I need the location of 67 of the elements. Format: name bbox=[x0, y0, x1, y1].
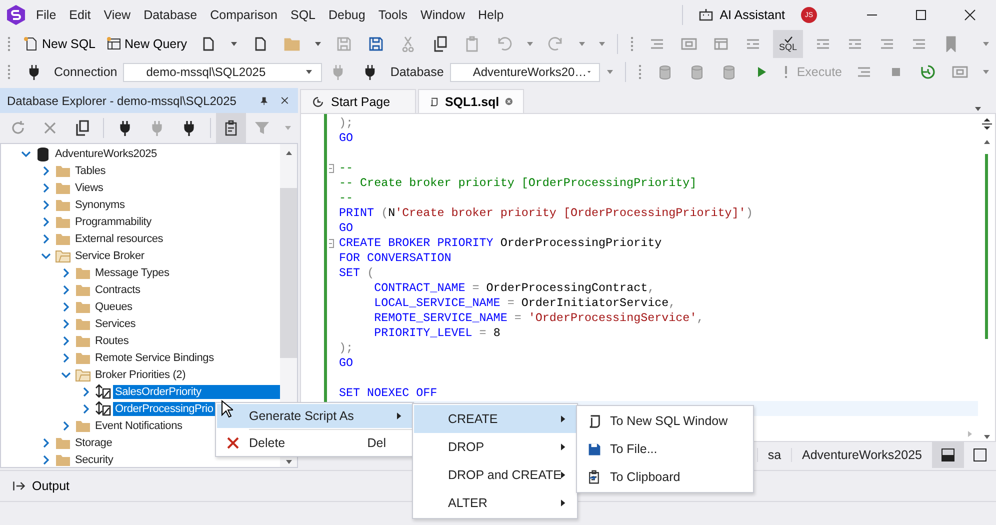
code-line: ); bbox=[339, 116, 354, 130]
panel-title: Database Explorer - demo-mssql\SQL2025 bbox=[7, 94, 236, 108]
menu-item[interactable]: Debug bbox=[328, 8, 366, 22]
code-line: GO bbox=[339, 131, 354, 145]
editor-tab[interactable]: SQL1.sql bbox=[418, 89, 524, 113]
tree-item[interactable]: Remote Service Bindings bbox=[93, 350, 216, 364]
tree-item[interactable]: Event Notifications bbox=[93, 418, 184, 432]
code-line: PRINT (N'Create broker priority [OrderProcessingPriority]') bbox=[339, 206, 753, 220]
tree-item[interactable]: Views bbox=[73, 180, 106, 194]
connection-dropdown[interactable]: demo-mssql\SQL2025 bbox=[123, 62, 322, 82]
database-label: Database bbox=[390, 65, 444, 79]
menu-item[interactable]: Comparison bbox=[210, 8, 278, 22]
tree-item[interactable]: Queues bbox=[93, 300, 134, 314]
code-line: CONTRACT_NAME = OrderProcessingContract, bbox=[373, 281, 655, 295]
tree-item[interactable]: Service Broker bbox=[73, 248, 146, 262]
menu-item[interactable]: To File... bbox=[578, 435, 752, 463]
menu-item[interactable]: Tools bbox=[378, 8, 408, 22]
tree-item[interactable]: Routes bbox=[93, 334, 131, 348]
database-dropdown[interactable]: AdventureWorks20… bbox=[450, 62, 600, 82]
code-line: PRIORITY_LEVEL = 8 bbox=[373, 326, 500, 340]
code-line: GO bbox=[339, 356, 354, 370]
menu-item[interactable]: SQL bbox=[290, 8, 316, 22]
menu-item[interactable]: ALTER bbox=[414, 489, 576, 517]
code-line: -- bbox=[339, 161, 354, 175]
tree-item[interactable]: Synonyms bbox=[73, 198, 127, 212]
menu-item[interactable]: To New SQL Window bbox=[578, 407, 752, 435]
sql-check-button[interactable]: SQL bbox=[773, 30, 804, 58]
code-line: GO bbox=[339, 221, 354, 235]
menu-item[interactable]: File bbox=[36, 8, 56, 22]
tree-item[interactable]: Broker Priorities (2) bbox=[93, 368, 188, 382]
tree-item[interactable]: SalesOrderPriority bbox=[113, 384, 280, 398]
code-line: FOR CONVERSATION bbox=[339, 251, 452, 265]
menu-item[interactable]: DROP and CREATE bbox=[414, 461, 576, 489]
tree-item[interactable]: Services bbox=[93, 316, 138, 330]
code-line: -- bbox=[339, 191, 354, 205]
tree-item[interactable]: AdventureWorks2025 bbox=[53, 146, 159, 160]
code-line: REMOTE_SERVICE_NAME = 'OrderProcessingService', bbox=[373, 311, 704, 325]
tree-item[interactable]: Tables bbox=[73, 164, 108, 178]
menu-item[interactable]: Generate Script As bbox=[217, 404, 412, 428]
tree-item[interactable]: Storage bbox=[73, 436, 114, 450]
tree-item[interactable]: Security bbox=[73, 452, 116, 466]
menu-item[interactable]: View bbox=[104, 8, 131, 22]
code-line: CREATE BROKER PRIORITY OrderProcessingPriority bbox=[339, 236, 662, 250]
tree-item[interactable]: External resources bbox=[73, 232, 166, 246]
menu-item[interactable]: To Clipboard bbox=[578, 463, 752, 491]
menu-item[interactable]: Edit bbox=[69, 8, 91, 22]
editor-tab[interactable]: Start Page bbox=[300, 89, 416, 113]
menu-item[interactable]: Help bbox=[478, 8, 504, 22]
tree-item[interactable]: Contracts bbox=[93, 282, 142, 296]
menu-item[interactable]: CREATE bbox=[414, 405, 576, 433]
code-line: -- Create broker priority [OrderProcessingPriority] bbox=[339, 176, 697, 190]
status-item: sa bbox=[756, 448, 792, 462]
menu-item[interactable]: Window bbox=[420, 8, 465, 22]
menu-item[interactable]: DROP bbox=[414, 433, 576, 461]
tree-item[interactable]: Programmability bbox=[73, 214, 154, 228]
menu-item[interactable]: Delete Del bbox=[217, 431, 412, 455]
code-line: SET ( bbox=[339, 266, 374, 280]
code-line: ); bbox=[339, 341, 354, 355]
output-tab[interactable]: Output bbox=[0, 479, 70, 493]
menu-item[interactable]: Database bbox=[144, 8, 198, 22]
code-line: SET NOEXEC OFF bbox=[339, 386, 438, 400]
new-query-button[interactable]: New Query bbox=[100, 32, 192, 56]
code-line: LOCAL_SERVICE_NAME = OrderInitiatorService, bbox=[373, 296, 676, 310]
new-sql-button[interactable]: New SQL bbox=[18, 32, 100, 56]
connection-label: Connection bbox=[54, 65, 118, 79]
tree-item[interactable]: Message Types bbox=[93, 266, 172, 280]
ai-assistant-button[interactable]: AI Assistant bbox=[688, 7, 795, 23]
